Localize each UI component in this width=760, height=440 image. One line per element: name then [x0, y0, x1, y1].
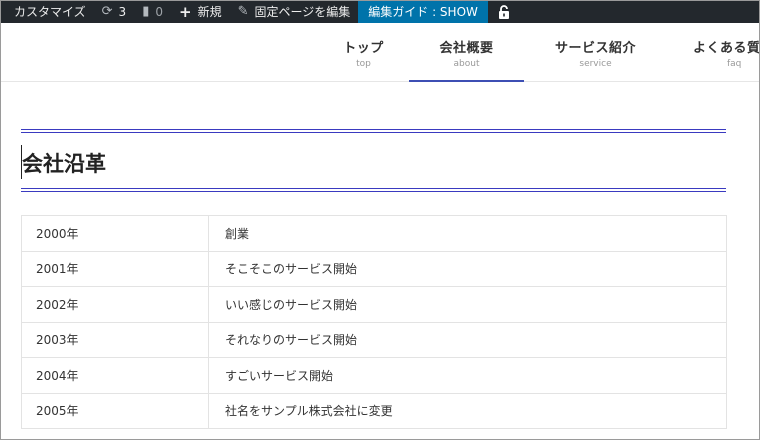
- admin-bar: カスタマイズ ⟳ 3 ▮ 0 + 新規 ✎ 固定ページを編集 編集ガイド : S…: [0, 0, 760, 23]
- title-border-top-inner: [21, 132, 726, 133]
- unlock-icon: [498, 4, 509, 19]
- edit-guide-label: 編集ガイド : SHOW: [368, 5, 478, 19]
- year-cell: 2002年: [21, 286, 209, 323]
- title-border-top: [21, 129, 726, 130]
- nav-item-sublabel: about: [453, 59, 480, 69]
- year-cell: 2000年: [21, 215, 209, 252]
- edit-page-link[interactable]: ✎ 固定ページを編集: [230, 0, 359, 23]
- updates-count: 3: [118, 4, 127, 19]
- year-cell: 2003年: [21, 321, 209, 358]
- comments-count: 0: [155, 4, 163, 19]
- edit-guide-toggle[interactable]: 編集ガイド : SHOW: [358, 0, 488, 23]
- title-border-bottom-inner: [21, 188, 726, 189]
- event-cell: いい感じのサービス開始: [208, 286, 727, 323]
- comment-icon: ▮: [142, 4, 150, 19]
- edit-page-label: 固定ページを編集: [254, 5, 351, 19]
- table-row: 2000年 創業: [21, 215, 727, 252]
- site-header: トップ top 会社概要 about サービス紹介 service よくある質 …: [0, 23, 760, 82]
- page-title[interactable]: 会社沿革: [22, 148, 106, 178]
- nav-item-label: トップ: [343, 41, 384, 56]
- event-cell: 社名をサンプル株式会社に変更: [208, 392, 727, 429]
- year-cell: 2004年: [21, 357, 209, 394]
- title-border-bottom: [21, 191, 726, 192]
- event-cell: そこそこのサービス開始: [208, 250, 727, 287]
- year-cell: 2005年: [21, 392, 209, 429]
- event-cell: すごいサービス開始: [208, 357, 727, 394]
- nav-item-label: サービス紹介: [554, 41, 636, 56]
- customize-label: カスタマイズ: [14, 5, 86, 19]
- customize-link[interactable]: カスタマイズ: [0, 0, 94, 23]
- nav-item-about[interactable]: 会社概要 about: [409, 23, 524, 82]
- nav-item-label: 会社概要: [439, 41, 494, 56]
- new-label: 新規: [197, 5, 222, 19]
- table-row: 2003年 それなりのサービス開始: [21, 321, 727, 358]
- lock-toggle[interactable]: [488, 0, 520, 23]
- nav-item-top[interactable]: トップ top: [306, 23, 421, 82]
- event-cell: 創業: [208, 215, 727, 252]
- updates-link[interactable]: ⟳ 3: [94, 0, 135, 23]
- table-row: 2001年 そこそこのサービス開始: [21, 250, 727, 287]
- table-row: 2004年 すごいサービス開始: [21, 357, 727, 394]
- pencil-icon: ✎: [237, 4, 249, 19]
- refresh-icon: ⟳: [101, 4, 113, 19]
- history-table: 2000年 創業 2001年 そこそこのサービス開始 2002年 いい感じのサー…: [21, 215, 727, 429]
- table-row: 2005年 社名をサンプル株式会社に変更: [21, 392, 727, 429]
- nav-item-label: よくある質: [693, 41, 760, 56]
- nav-item-sublabel: service: [579, 59, 612, 69]
- comments-link[interactable]: ▮ 0: [134, 0, 171, 23]
- new-content-link[interactable]: + 新規: [171, 0, 230, 23]
- table-row: 2002年 いい感じのサービス開始: [21, 286, 727, 323]
- nav-item-service[interactable]: サービス紹介 service: [538, 23, 653, 82]
- nav-item-faq[interactable]: よくある質 faq: [677, 23, 760, 82]
- year-cell: 2001年: [21, 250, 209, 287]
- nav-item-sublabel: faq: [727, 59, 742, 69]
- nav-item-sublabel: top: [356, 59, 371, 69]
- plus-icon: +: [178, 2, 192, 21]
- event-cell: それなりのサービス開始: [208, 321, 727, 358]
